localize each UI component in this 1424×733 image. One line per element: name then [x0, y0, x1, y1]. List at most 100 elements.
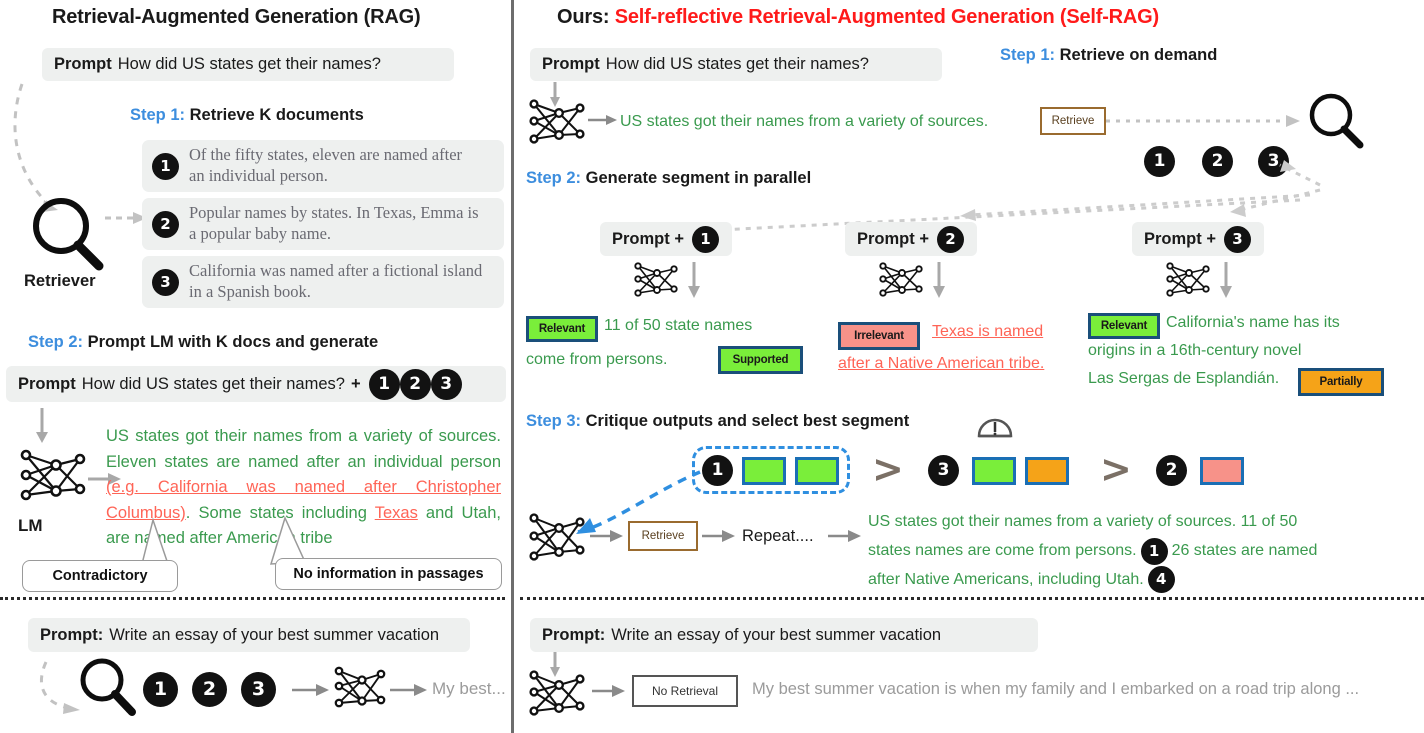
col3-text-line2: origins in a 16th-century novel — [1088, 342, 1302, 359]
col1-text-line2: come from persons. — [526, 351, 668, 368]
neural-network-icon — [334, 666, 386, 708]
right-prompt-text: How did US states get their names? — [605, 55, 869, 73]
right-step3-text: Critique outputs and select best segment — [585, 412, 910, 430]
left-step1-num: Step 1: — [130, 106, 186, 124]
left-prompt-docs-bar: Prompt How did US states get their names… — [6, 366, 506, 402]
callout-no-information: No information in passages — [275, 558, 502, 590]
bottom-left-prompt-bar: Prompt: Write an essay of your best summ… — [28, 618, 470, 652]
rank-box-red — [1200, 457, 1244, 485]
right-step2-text: Generate segment in parallel — [585, 169, 812, 187]
left-step1-text: Retrieve K documents — [189, 106, 364, 124]
rank-doc-badge: 3 — [928, 455, 959, 486]
document-card: 3 California was named after a fictional… — [142, 256, 504, 308]
doc-number-badge: 3 — [1223, 225, 1251, 253]
neural-network-icon — [20, 449, 86, 501]
retrieve-token[interactable]: Retrieve — [1040, 107, 1106, 135]
support-token-col3[interactable]: Partially — [1298, 368, 1384, 396]
gen-seg-1: US states got their names from a variety… — [106, 427, 501, 471]
left-step1-label: Step 1: Retrieve K documents — [130, 106, 364, 125]
right-step1-label: Step 1: Retrieve on demand — [1000, 46, 1217, 65]
left-step2-label: Step 2: Prompt LM with K docs and genera… — [28, 333, 378, 352]
retriever-label: Retriever — [24, 272, 96, 290]
br-prompt-label: Prompt: — [542, 625, 606, 644]
bottom-right-prompt-bar: Prompt: Write an essay of your best summ… — [530, 618, 1038, 652]
horizontal-divider-right — [520, 597, 1424, 600]
neural-network-icon — [879, 262, 923, 297]
rank-box-orange — [1025, 457, 1069, 485]
final-answer-text: US states got their names from a variety… — [868, 508, 1408, 594]
right-step1-num: Step 1: — [1000, 46, 1056, 64]
down-arrow-icon — [688, 262, 700, 298]
retrieve-token-final[interactable]: Retrieve — [628, 521, 698, 551]
repeat-label: Repeat.... — [742, 527, 814, 545]
col2-text-line2: after a Native American tribe. — [838, 355, 1045, 372]
neural-network-icon — [529, 513, 585, 561]
column-3-header: Prompt + 3 — [1132, 222, 1264, 256]
rank-box-green — [742, 457, 786, 485]
right-prompt-label: Prompt — [542, 55, 600, 73]
bl-prompt-label: Prompt: — [40, 625, 104, 644]
right-step1-text: Retrieve on demand — [1059, 46, 1218, 64]
figure-root: Retrieval-Augmented Generation (RAG) Pro… — [0, 0, 1424, 733]
right-title-prefix: Ours: — [557, 6, 615, 28]
bl-prompt-text: Write an essay of your best summer vacat… — [109, 625, 440, 644]
doc-number-badge: 1 — [691, 225, 719, 253]
flow-arrow — [292, 684, 329, 696]
horizontal-divider-left — [0, 597, 505, 600]
document-card: 2 Popular names by states. In Texas, Emm… — [142, 198, 504, 250]
doc-number-badge: 3 — [241, 672, 276, 707]
doc-number-badge: 3 — [430, 368, 462, 400]
lm-label: LM — [18, 516, 43, 535]
neural-network-icon — [634, 262, 678, 297]
down-arrow-icon — [36, 408, 48, 443]
col3-text-line1: California's name has its — [1166, 314, 1340, 331]
rank-box-green — [795, 457, 839, 485]
doc-number-badge: 2 — [192, 672, 227, 707]
left-step2-text: Prompt LM with K docs and generate — [87, 333, 379, 351]
right-first-generation: US states got their names from a variety… — [620, 113, 989, 130]
col3-text-line3: Las Sergas de Esplandián. — [1088, 370, 1280, 387]
retrieve-to-search-arrow — [1106, 115, 1300, 127]
bottom-left-output: My best... — [432, 679, 506, 698]
column-2-header: Prompt + 2 — [845, 222, 977, 256]
search-icon — [33, 198, 104, 271]
left-panel-title: Retrieval-Augmented Generation (RAG) — [52, 6, 421, 28]
gen-unsupported-span: Texas — [374, 503, 418, 522]
doc-number-badge: 2 — [152, 210, 179, 238]
left-prompt2-text: How did US states get their names? — [81, 374, 345, 393]
left-step2-num: Step 2: — [28, 333, 84, 351]
neural-network-icon — [1166, 262, 1210, 297]
col1-prompt-label: Prompt + — [612, 229, 684, 248]
no-retrieval-token[interactable]: No Retrieval — [632, 675, 738, 707]
citation-badge: 1 — [1140, 537, 1168, 565]
doc-number-badge: 3 — [152, 268, 179, 296]
left-prompt-label: Prompt — [54, 55, 112, 73]
left-prompt2-label: Prompt — [18, 374, 76, 393]
relevance-token-col1[interactable]: Relevant — [526, 316, 598, 342]
flow-arrow — [390, 684, 427, 696]
relevance-token-col3[interactable]: Relevant — [1088, 313, 1160, 339]
col1-text-line1: 11 of 50 state names — [604, 317, 753, 334]
rank-doc-badge: 2 — [1156, 455, 1187, 486]
vertical-divider — [511, 0, 514, 733]
right-step2-label: Step 2: Generate segment in parallel — [526, 169, 811, 188]
lm-output-arrow — [588, 115, 617, 125]
left-prompt-bar: Prompt How did US states get their names… — [42, 48, 454, 81]
final-answer-line-2: states names are come from persons. 1 26… — [868, 537, 1408, 566]
col2-prompt-label: Prompt + — [857, 229, 929, 248]
left-prompt-text: How did US states get their names? — [117, 55, 381, 73]
plus-sign: + — [350, 374, 361, 393]
greater-than-symbol: > — [1100, 447, 1132, 491]
rank-doc-badge: 1 — [702, 455, 733, 486]
relevance-token-col2[interactable]: Irrelevant — [838, 322, 920, 350]
support-token-col1[interactable]: Supported — [718, 346, 803, 374]
neural-network-icon — [529, 670, 585, 716]
right-title-main: Self-reflective Retrieval-Augmented Gene… — [614, 6, 1159, 28]
right-prompt-bar: Prompt How did US states get their names… — [530, 48, 942, 81]
doc-text: Popular names by states. In Texas, Emma … — [189, 203, 479, 243]
gauge-icon — [977, 418, 1013, 438]
flow-arrow — [828, 530, 861, 542]
callout-contradictory: Contradictory — [22, 560, 178, 592]
doc-number-badge: 2 — [399, 368, 431, 400]
final-answer-line-1: US states got their names from a variety… — [868, 513, 1298, 530]
